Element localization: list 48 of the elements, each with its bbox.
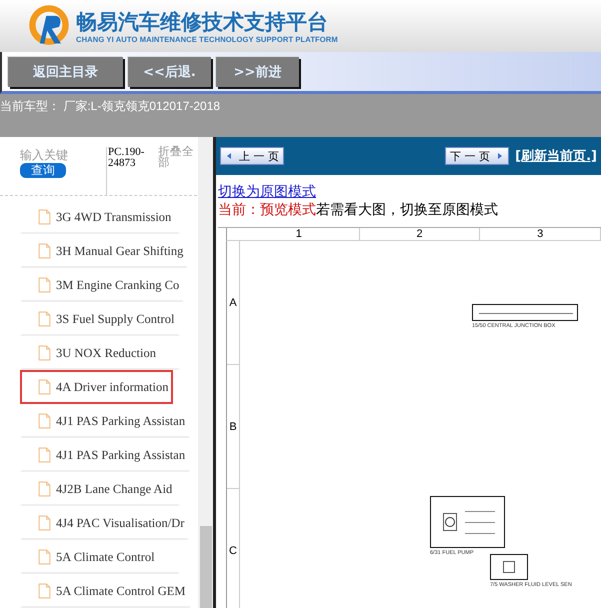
column-number: 3 bbox=[480, 228, 601, 240]
tree-item[interactable]: 3G 4WD Transmission bbox=[20, 200, 180, 234]
tree-item[interactable]: 5A Climate Control GEM bbox=[20, 574, 191, 608]
tree-item[interactable]: 4J1 PAS Parking Assistan bbox=[20, 438, 190, 472]
tree-item[interactable]: 5A Climate Control bbox=[20, 540, 180, 574]
previous-page-button[interactable]: 上 一 页 bbox=[220, 147, 284, 165]
tree-item[interactable]: 4J2B Lane Change Aid bbox=[20, 472, 180, 506]
sensor-drawing bbox=[490, 554, 528, 580]
refresh-link[interactable]: [刷新当前页.] bbox=[515, 147, 597, 165]
document-icon bbox=[38, 243, 51, 259]
document-icon bbox=[38, 447, 51, 463]
next-page-button[interactable]: 下 一 页 bbox=[445, 147, 510, 165]
search-button[interactable]: 查询 bbox=[20, 163, 66, 178]
document-icon bbox=[38, 515, 51, 531]
row-letter: A bbox=[227, 241, 239, 365]
document-icon bbox=[38, 311, 51, 327]
column-number: 1 bbox=[239, 228, 360, 240]
row-letter: C bbox=[227, 489, 239, 608]
switch-mode-link[interactable]: 切换为原图模式 bbox=[218, 183, 316, 201]
document-icon bbox=[38, 583, 51, 599]
row-letter: B bbox=[227, 365, 239, 489]
document-icon bbox=[38, 413, 51, 429]
tree-item[interactable]: 3U NOX Reduction bbox=[20, 336, 180, 370]
scrollbar[interactable] bbox=[198, 137, 213, 608]
document-icon bbox=[38, 379, 51, 395]
tree-item[interactable]: 3H Manual Gear Shifting bbox=[20, 234, 188, 268]
tree-item[interactable]: 3M Engine Cranking Co bbox=[20, 268, 184, 302]
document-icon bbox=[38, 277, 51, 293]
current-model-text: 当前车型： 厂家:L-领克领克012017-2018 bbox=[0, 98, 222, 115]
tree-item[interactable]: 4A Driver information bbox=[20, 370, 174, 404]
document-icon bbox=[38, 345, 51, 361]
nav-button[interactable]: <<后退. bbox=[128, 56, 211, 86]
document-icon bbox=[38, 481, 51, 497]
nav-button[interactable]: >>前进 bbox=[216, 56, 299, 86]
site-title: 畅易汽车维修技术支持平台 bbox=[76, 8, 329, 34]
scrollbar-thumb[interactable] bbox=[200, 526, 212, 608]
column-number: 2 bbox=[360, 228, 480, 240]
document-icon bbox=[38, 209, 51, 225]
left-arrow-icon bbox=[225, 152, 233, 160]
right-arrow-icon bbox=[496, 152, 504, 160]
mode-hint: 若需看大图，切换至原图模式 bbox=[316, 201, 498, 217]
tree-item[interactable]: 4J1 PAS Parking Assistan bbox=[20, 404, 190, 438]
mode-label: 当前：预览模式 bbox=[218, 201, 316, 217]
nav-button[interactable]: 返回主目录 bbox=[8, 56, 123, 86]
code-text: PC.190-24873 bbox=[106, 147, 152, 195]
document-icon bbox=[38, 549, 51, 565]
tree-item[interactable]: 4J4 PAC Visualisation/Dr bbox=[20, 506, 190, 540]
tree-item[interactable]: 3S Fuel Supply Control bbox=[20, 302, 180, 336]
